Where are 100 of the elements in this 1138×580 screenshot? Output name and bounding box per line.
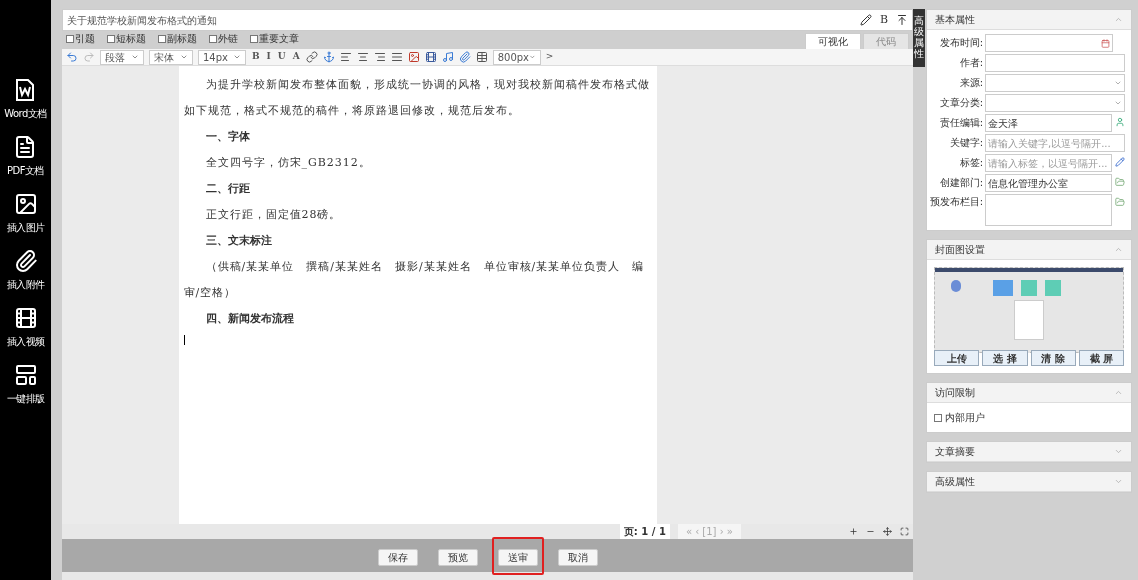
field-label: 作者:	[958, 56, 983, 70]
checkbox[interactable]	[250, 34, 258, 43]
cover-button[interactable]: 上传	[934, 350, 980, 366]
action-button[interactable]: 取消	[557, 548, 598, 566]
caret-icon	[233, 53, 241, 61]
sidebar-item[interactable]: 一键排版	[6, 363, 45, 406]
field-label: 发布时间:	[938, 36, 983, 50]
field-label: 预发布栏目:	[928, 195, 983, 209]
action-button[interactable]: 保存	[377, 548, 418, 566]
checkbox[interactable]	[934, 413, 942, 422]
image-icon	[13, 192, 38, 216]
paperclip-icon[interactable]	[458, 51, 471, 63]
checkbox-label: 重要文章	[259, 32, 299, 46]
field-label: 创建部门:	[938, 176, 983, 190]
page-indicator: 页: 1 / 1	[619, 524, 670, 539]
paragraph: 全文四号字，仿宋_GB2312。	[204, 155, 372, 171]
checkbox-label: 副标题	[167, 32, 197, 46]
link-icon[interactable]	[305, 51, 318, 63]
checkbox[interactable]	[66, 34, 74, 43]
sidebar-item[interactable]: Word文档	[4, 78, 47, 121]
fullscreen-icon[interactable]	[900, 527, 909, 536]
user-icon[interactable]	[1115, 117, 1125, 127]
paragraph: 为提升学校新闻发布整体面貌，形成统一协调的风格，现对我校新闻稿件发布格式做如下规范，格式不规范的稿件，将原路退回修改，规范后发布。	[183, 77, 651, 119]
table-icon[interactable]	[475, 51, 488, 63]
sidebar-item[interactable]: PDF文档	[7, 135, 44, 178]
film-icon[interactable]	[424, 51, 437, 63]
dropdown[interactable]: 宋体	[149, 49, 193, 65]
caret-icon[interactable]	[1114, 99, 1122, 107]
field-label: 标签:	[958, 156, 983, 170]
format-button[interactable]: U	[276, 50, 287, 64]
title-field[interactable]: 关于规范学校新闻发布格式的通知 B	[62, 9, 913, 31]
caret-icon	[131, 53, 139, 61]
field-label: 来源:	[958, 76, 983, 90]
paragraph: 正文行距，固定值28磅。	[204, 207, 343, 223]
input-field[interactable]	[985, 74, 1125, 92]
panel-header[interactable]: 文章摘要	[927, 442, 1131, 462]
action-button[interactable]: 预览	[437, 548, 478, 566]
input-field[interactable]	[985, 194, 1112, 226]
align-center-icon[interactable]	[356, 51, 369, 63]
undo-icon[interactable]	[66, 51, 78, 63]
checkbox[interactable]	[209, 34, 217, 43]
checkbox-label: 短标题	[116, 32, 146, 46]
input-field[interactable]	[985, 34, 1113, 52]
checkbox-label: 引题	[75, 32, 95, 46]
panel-header[interactable]: 封面图设置	[927, 240, 1131, 260]
action-button[interactable]: 送审	[497, 548, 538, 566]
section-heading: 四、新闻发布流程	[204, 311, 295, 327]
music-icon[interactable]	[441, 51, 454, 63]
align-justify-icon[interactable]	[390, 51, 403, 63]
field-label: 责任编辑:	[938, 116, 983, 130]
panel-header[interactable]: 基本属性	[927, 10, 1131, 30]
section-heading: 一、字体	[204, 129, 251, 145]
more-button[interactable]: >	[545, 50, 554, 64]
sidebar-item[interactable]: 插入图片	[6, 192, 45, 235]
view-tab[interactable]: 可视化	[805, 33, 861, 49]
sidebar-item[interactable]: 插入附件	[6, 249, 45, 292]
checkbox-label: 内部用户	[945, 411, 985, 425]
input-field[interactable]	[985, 94, 1125, 112]
pin-top-icon[interactable]	[896, 14, 908, 26]
input-field[interactable]: 金天泽	[985, 114, 1112, 132]
checkbox-label: 外链	[218, 32, 238, 46]
input-field[interactable]	[985, 54, 1125, 72]
input-field[interactable]: 信息化管理办公室	[985, 174, 1112, 192]
bold-button[interactable]: B	[879, 11, 888, 29]
move-icon[interactable]	[883, 527, 892, 536]
section-heading: 二、行距	[204, 181, 251, 197]
align-right-icon[interactable]	[373, 51, 386, 63]
cover-button[interactable]: 选 择	[982, 350, 1028, 366]
field-label: 文章分类:	[938, 96, 983, 110]
dropdown[interactable]: 14px	[198, 49, 246, 65]
paragraph: （供稿/某某单位 撰稿/某某姓名 摄影/某某姓名 单位审核/某某单位负责人 编审/空格）	[183, 259, 646, 301]
caret-icon	[180, 53, 188, 61]
cover-button[interactable]: 截 屏	[1078, 350, 1124, 366]
checkbox[interactable]	[158, 34, 166, 43]
pen-icon[interactable]	[859, 14, 872, 26]
dropdown[interactable]: 800px	[492, 49, 541, 65]
align-left-icon[interactable]	[339, 51, 352, 63]
zoom-in-icon[interactable]	[849, 527, 858, 536]
side-tab[interactable]: 高级属性	[913, 9, 925, 67]
panel-header[interactable]: 访问限制	[927, 383, 1131, 403]
format-button[interactable]: A	[291, 50, 301, 64]
cover-button[interactable]: 清 除	[1030, 350, 1076, 366]
anchor-icon[interactable]	[322, 51, 335, 63]
caret-icon	[529, 53, 536, 61]
panel-header[interactable]: 高级属性	[927, 472, 1131, 492]
dropdown[interactable]: 段落	[100, 49, 144, 65]
film-icon	[13, 306, 38, 330]
calendar-icon[interactable]	[1101, 38, 1110, 48]
layout-icon	[13, 363, 38, 387]
text-cursor	[183, 335, 185, 345]
section-heading: 三、文末标注	[204, 233, 273, 249]
format-button[interactable]: I	[265, 50, 272, 64]
sidebar-item[interactable]: 插入视频	[6, 306, 45, 349]
checkbox[interactable]	[107, 34, 115, 43]
field-label: 关键字:	[948, 136, 983, 150]
paperclip-icon	[13, 249, 38, 273]
format-button[interactable]: B	[251, 50, 261, 64]
document-page[interactable]: 为提升学校新闻发布整体面貌，形成统一协调的风格，现对我校新闻稿件发布格式做如下规范，格式不规范的稿件，将原路退回修改，规范后发布。 一、字体 全文四号字，仿宋_GB2312。 二、行距 正文行距，固定值28磅。 三、文末标注 （供稿/某某单位 撰稿/某某姓名 摄影/某某姓名 单位审核/某某单位负责人 编审/空格） 四、新闻发布流程	[178, 66, 657, 524]
caret-icon[interactable]	[1114, 79, 1122, 87]
image-icon[interactable]	[407, 51, 420, 63]
